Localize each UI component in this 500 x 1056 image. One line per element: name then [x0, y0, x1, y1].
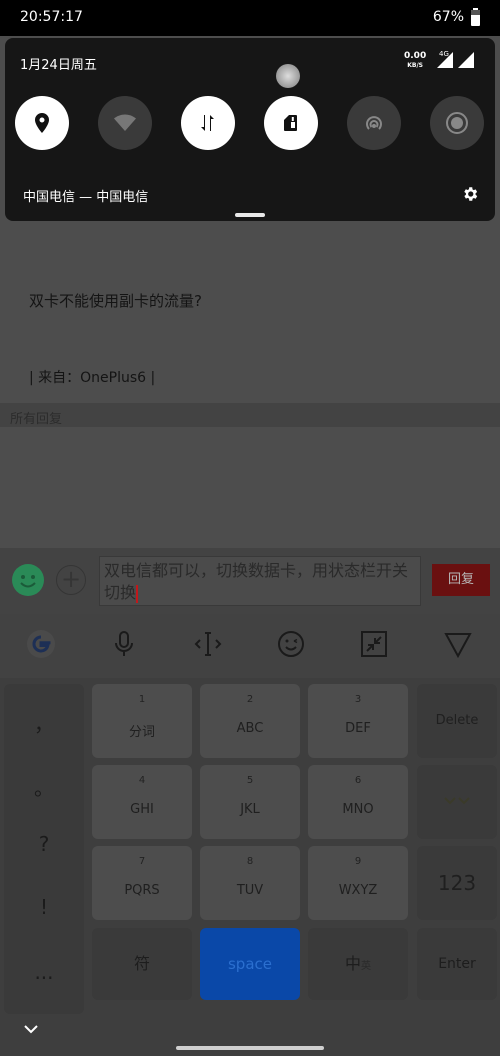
- key-label: WXYZ: [338, 883, 378, 898]
- key-number: 2: [246, 694, 254, 705]
- battery-icon: [471, 8, 480, 26]
- numeric-key[interactable]: 123: [417, 846, 497, 920]
- signal-sim1-icon: [437, 52, 453, 68]
- gesture-nav-bar[interactable]: [176, 1046, 324, 1050]
- emoji-keyboard-button[interactable]: [273, 626, 309, 662]
- status-bar: 20:57:17 67%: [0, 0, 500, 36]
- network-speed: 0.00 KB/S: [404, 52, 426, 70]
- delete-key[interactable]: Delete: [417, 684, 497, 758]
- key-label: JKL: [240, 802, 260, 817]
- battery-percent: 67%: [432, 9, 464, 25]
- touch-indicator: [276, 64, 300, 88]
- emoji-button[interactable]: [12, 564, 44, 596]
- shade-drag-handle[interactable]: [235, 213, 265, 217]
- keyboard-toolbar: [0, 614, 500, 678]
- network-speed-value: 0.00: [404, 51, 427, 61]
- wifi-icon: [114, 114, 136, 131]
- google-icon: [27, 630, 55, 658]
- key-number: 9: [354, 856, 362, 867]
- key-number: 4: [138, 775, 146, 786]
- post-question: 双卡不能使用副卡的流量?: [29, 292, 202, 310]
- send-reply-button[interactable]: 回复: [432, 564, 490, 596]
- key-number: 7: [138, 856, 146, 867]
- key-6[interactable]: 6 MNO: [308, 765, 408, 839]
- shade-date: 1月24日周五: [20, 58, 97, 73]
- key-number: 8: [246, 856, 254, 867]
- microphone-icon: [115, 631, 133, 656]
- chevron-down-icon[interactable]: [22, 1020, 40, 1038]
- screen-record-icon: [446, 112, 468, 134]
- key-label: TUV: [236, 883, 264, 898]
- mobile-data-icon: [201, 115, 214, 131]
- voice-input-button[interactable]: [106, 626, 142, 662]
- tile-sim-switch[interactable]: [264, 96, 318, 150]
- key-number: 6: [354, 775, 362, 786]
- tile-screen-record[interactable]: [430, 96, 484, 150]
- punct-exclaim-key[interactable]: !: [4, 895, 84, 919]
- tile-mobile-data[interactable]: [181, 96, 235, 150]
- tile-hotspot[interactable]: [347, 96, 401, 150]
- smiley-icon: [20, 575, 36, 588]
- text-caret: [136, 584, 139, 603]
- space-key[interactable]: space: [200, 928, 300, 1000]
- status-time: 20:57:17: [20, 9, 83, 25]
- key-label: DEF: [345, 721, 371, 736]
- key-4[interactable]: 4 GHI: [92, 765, 192, 839]
- key-label: PQRS: [124, 883, 160, 898]
- key-label: GHI: [130, 802, 154, 817]
- clear-icon: [444, 797, 470, 805]
- key-9[interactable]: 9 WXYZ: [308, 846, 408, 920]
- punct-period-key[interactable]: 。: [4, 772, 84, 801]
- language-sub-label: 英: [361, 961, 371, 972]
- key-7[interactable]: 7 PQRS: [92, 846, 192, 920]
- emoji-face-icon: [278, 631, 304, 657]
- punct-question-key[interactable]: ?: [4, 832, 84, 856]
- key-8[interactable]: 8 TUV: [200, 846, 300, 920]
- clear-key[interactable]: [417, 765, 497, 839]
- gear-icon[interactable]: [461, 185, 479, 203]
- key-number: 1: [138, 694, 146, 705]
- key-1[interactable]: 1 分词: [92, 684, 192, 758]
- network-speed-unit: KB/S: [407, 62, 423, 69]
- triangle-down-icon: [444, 633, 472, 659]
- language-toggle-key[interactable]: 中英: [308, 928, 408, 1000]
- tile-location[interactable]: [15, 96, 69, 150]
- hotspot-icon: [366, 116, 382, 130]
- key-5[interactable]: 5 JKL: [200, 765, 300, 839]
- carrier-label: 中国电信 — 中国电信: [23, 190, 149, 205]
- key-number: 3: [354, 694, 362, 705]
- cursor-move-button[interactable]: [190, 626, 226, 662]
- key-2[interactable]: 2 ABC: [200, 684, 300, 758]
- replies-header: [0, 403, 500, 427]
- enter-key[interactable]: Enter: [417, 928, 497, 1000]
- key-3[interactable]: 3 DEF: [308, 684, 408, 758]
- symbol-key[interactable]: 符: [92, 928, 192, 1000]
- text-cursor-icon: [194, 632, 222, 656]
- key-label: 分词: [128, 725, 155, 740]
- post-source: | 来自：OnePlus6 |: [29, 370, 156, 386]
- key-number: 5: [246, 775, 254, 786]
- reply-input-text: 双电信都可以，切换数据卡，用状态栏开关切换: [104, 561, 409, 602]
- location-icon: [35, 113, 49, 133]
- signal-sim2-icon: [458, 52, 474, 68]
- google-button[interactable]: [23, 626, 59, 662]
- add-attachment-button[interactable]: +: [56, 565, 86, 595]
- language-main-label: 中: [344, 954, 361, 973]
- keyboard-resize-button[interactable]: [356, 626, 392, 662]
- key-label: MNO: [342, 802, 374, 817]
- key-label: ABC: [236, 721, 264, 736]
- hide-keyboard-button[interactable]: [440, 626, 476, 662]
- tile-wifi[interactable]: [98, 96, 152, 150]
- punct-comma-key[interactable]: ，: [4, 708, 84, 737]
- sim-switch-icon: [284, 115, 297, 131]
- reply-input[interactable]: 双电信都可以，切换数据卡，用状态栏开关切换: [99, 556, 421, 606]
- shrink-icon: [361, 631, 387, 657]
- punct-ellipsis-key[interactable]: ...: [4, 960, 84, 984]
- replies-label: 所有回复: [10, 412, 63, 427]
